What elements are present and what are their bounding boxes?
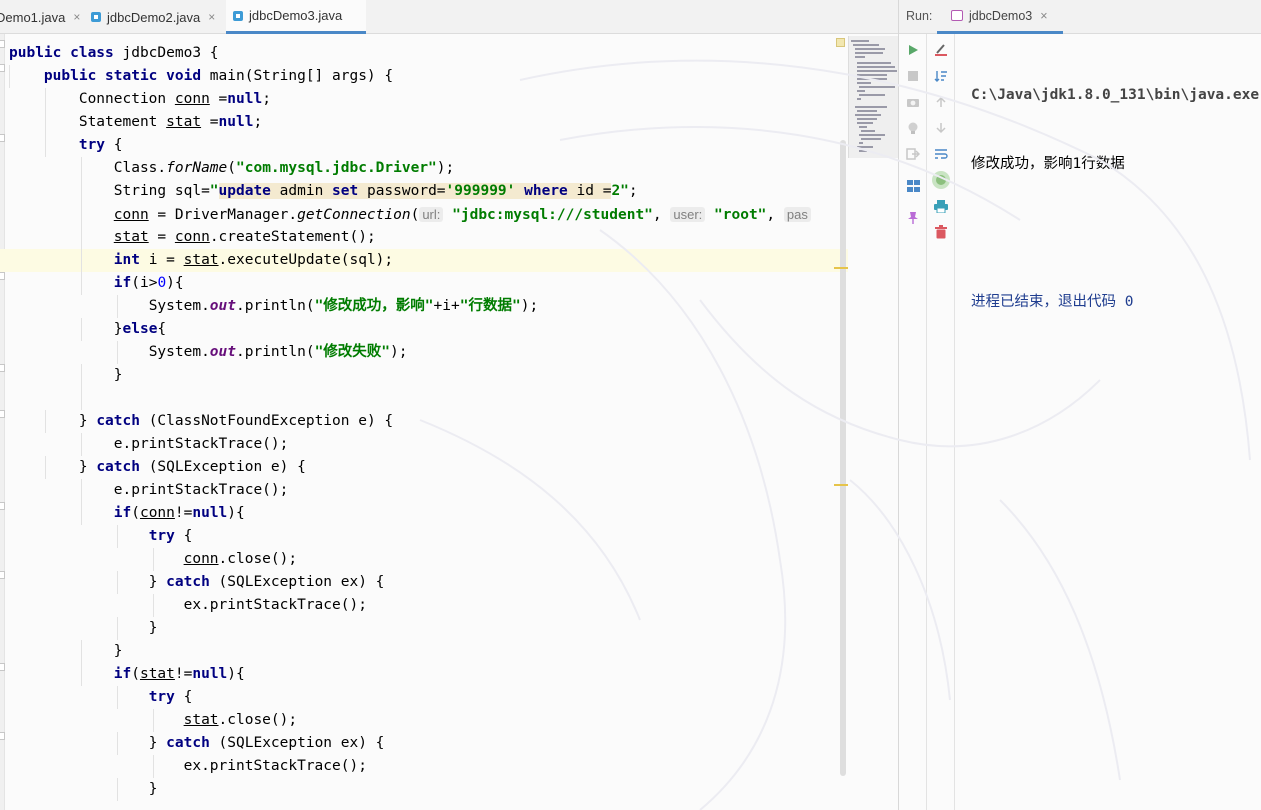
code-line: System.out.println("修改失败"); [0,341,848,364]
code-line: if(i>0){ [0,272,848,295]
code-minimap[interactable] [848,36,898,158]
application-config-icon [951,10,963,21]
java-file-icon [91,12,101,22]
code-line: ex.printStackTrace(); [0,594,848,617]
console-output[interactable]: C:\Java\jdk1.8.0_131\bin\java.exe 修改成功，影… [971,38,1261,360]
run-toolbar-primary [899,34,927,810]
code-line: if(conn!=null){ [0,502,848,525]
code-line: } catch (ClassNotFoundException e) { [0,410,848,433]
code-line: conn = DriverManager.getConnection(url: … [0,203,848,226]
param-hint-url: url: [419,207,444,222]
code-line: try { [0,134,848,157]
code-line: } [0,364,848,387]
code-line: } [0,778,848,801]
code-line: Class.forName("com.mysql.jdbc.Driver"); [0,157,848,180]
code-line: stat = conn.createStatement(); [0,226,848,249]
code-line: } catch (SQLException ex) { [0,571,848,594]
trash-icon[interactable] [933,224,949,240]
code-area[interactable]: public class jdbcDemo3 { public static v… [0,42,848,801]
code-editor[interactable]: Demo1.java × jdbcDemo2.java × jdbcDemo3.… [0,0,898,810]
scroll-marker[interactable] [834,267,848,269]
code-line: } [0,640,848,663]
code-line-current: int i = stat.executeUpdate(sql); [0,249,848,272]
sort-icon[interactable] [933,68,949,84]
arrow-down-icon[interactable] [933,120,949,136]
run-header: Run: jdbcDemo3 × [899,0,1261,34]
param-hint-user: user: [670,207,706,222]
code-line: try { [0,525,848,548]
editor-tab-bar: Demo1.java × jdbcDemo2.java × jdbcDemo3.… [0,0,898,34]
code-line: String sql="update admin set password='9… [0,180,848,203]
code-line: } [0,617,848,640]
editor-scrollbar[interactable] [840,140,846,776]
code-line: } catch (SQLException ex) { [0,732,848,755]
lightbulb-icon[interactable] [905,120,921,136]
arrow-up-icon[interactable] [933,94,949,110]
code-line: public static void main(String[] args) { [0,65,848,88]
java-file-icon [233,10,243,21]
code-line: e.printStackTrace(); [0,433,848,456]
layout-icon[interactable] [905,178,921,194]
code-line: e.printStackTrace(); [0,479,848,502]
code-line: conn.close(); [0,548,848,571]
code-line: } catch (SQLException e) { [0,456,848,479]
camera-icon[interactable] [905,94,921,110]
clear-icon[interactable] [933,42,949,58]
code-line: stat.close(); [0,709,848,732]
code-line: Statement stat =null; [0,111,848,134]
code-line: ex.printStackTrace(); [0,755,848,778]
console-output-line: 修改成功，影响1行数据 [971,156,1125,172]
tab-jdbcdemo2[interactable]: jdbcDemo2.java × [84,0,223,34]
console-command-line: C:\Java\jdk1.8.0_131\bin\java.exe [971,87,1260,103]
code-line: if(stat!=null){ [0,663,848,686]
print-icon[interactable] [933,198,949,214]
code-line: }else{ [0,318,848,341]
scroll-marker[interactable] [834,484,848,486]
close-icon[interactable]: × [1040,9,1047,23]
run-tab-jdbcdemo3[interactable]: jdbcDemo3 × [937,0,1063,34]
tab-jdbcdemo3[interactable]: jdbcDemo3.java [226,0,366,34]
rerun-icon[interactable] [905,42,921,58]
code-line: public class jdbcDemo3 { [9,45,219,61]
pin-icon[interactable] [905,210,921,226]
tab-label: jdbcDemo2.java [107,9,201,25]
tab-jdbcdemo1[interactable]: Demo1.java × [0,0,88,34]
close-icon[interactable]: × [208,10,215,24]
inspection-status-icon[interactable] [836,38,845,47]
console-exit-line: 进程已结束，退出代码 0 [971,294,1134,310]
exit-icon[interactable] [905,146,921,162]
close-icon[interactable]: × [73,10,80,24]
code-line: try { [0,686,848,709]
run-toolbar-secondary [927,34,955,810]
run-label: Run: [906,9,933,23]
tab-label: jdbcDemo3.java [249,8,343,23]
stop-icon[interactable] [905,68,921,84]
code-line: System.out.println("修改成功，影响"+i+"行数据"); [0,295,848,318]
param-hint-password: pas [783,207,811,222]
tab-label: Demo1.java [0,9,66,25]
code-line: Connection conn =null; [0,88,848,111]
scroll-to-end-icon[interactable] [931,170,951,190]
run-tab-label: jdbcDemo3 [969,8,1033,23]
run-tool-window: Run: jdbcDemo3 × C:\Java\jdk1.8.0_131\bi… [898,0,1261,810]
code-line-blank [0,387,848,410]
soft-wrap-icon[interactable] [933,146,949,162]
